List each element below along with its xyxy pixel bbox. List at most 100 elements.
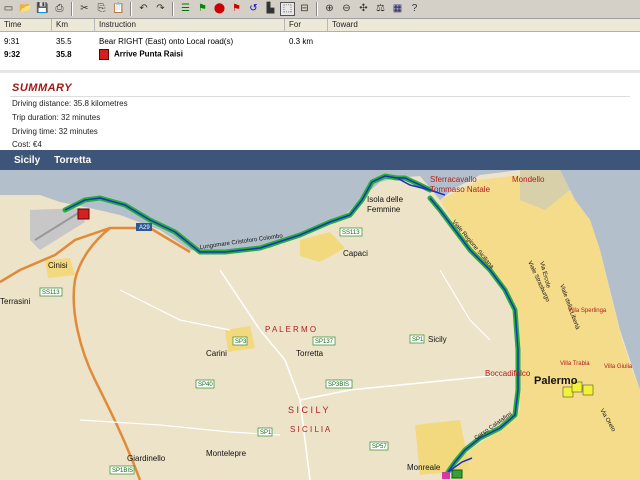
waypoint-marker-icon[interactable] <box>442 472 450 479</box>
save-icon[interactable]: 💾 <box>35 2 50 16</box>
svg-text:SP1BIS: SP1BIS <box>112 468 133 474</box>
map-label: Sicily <box>428 335 447 344</box>
map-label: P A L E R M O <box>265 325 316 334</box>
road-shield: SP137 <box>312 336 336 346</box>
trip-duration: Trip duration: 32 minutes <box>12 113 101 122</box>
map-label: Mondello <box>512 175 545 184</box>
paste-icon[interactable]: 📋 <box>111 2 126 16</box>
map-label: Tommaso Natale <box>430 185 491 194</box>
summary-title: SUMMARY <box>12 82 73 94</box>
road-shield: SP1 <box>257 427 273 437</box>
road-shield: SP3 <box>232 336 248 346</box>
row-for: 0.3 km <box>289 36 314 46</box>
map-label: Boccadifalco <box>485 369 531 378</box>
start-icon[interactable]: ⚑ <box>195 2 210 16</box>
road-shield: SP1 <box>409 334 425 344</box>
road-shield: A29 <box>136 223 152 231</box>
table-row[interactable]: 9:31 35.5 Bear RIGHT (East) onto Local r… <box>0 34 640 48</box>
map-label: Villa Sperlinga <box>568 308 607 314</box>
map-place: Torretta <box>54 154 92 166</box>
directions-header: Time Km Instruction For Toward <box>0 19 640 32</box>
svg-text:SP1: SP1 <box>412 337 424 343</box>
map-label: Carini <box>206 349 227 358</box>
map-label: Giardinello <box>127 454 166 463</box>
svg-text:SP40: SP40 <box>198 382 213 388</box>
road-icon[interactable]: ⊟ <box>297 2 312 16</box>
new-icon[interactable]: ▭ <box>1 2 16 16</box>
map-label: Palermo <box>534 375 578 387</box>
road-shield: SP1BIS <box>109 465 135 475</box>
pan-icon[interactable]: ✣ <box>356 2 371 16</box>
divider <box>0 70 640 73</box>
svg-text:SS113: SS113 <box>342 230 360 236</box>
undo-icon[interactable]: ↶ <box>136 2 151 16</box>
row-time: 9:31 <box>4 36 20 46</box>
map-label: Cinisi <box>48 261 68 270</box>
col-km[interactable]: Km <box>52 19 95 31</box>
poi-icon[interactable] <box>562 386 574 398</box>
open-icon[interactable]: 📂 <box>18 2 33 16</box>
print-icon[interactable]: ⎙ <box>52 2 67 16</box>
arrive-label: Arrive Punta Raisi <box>114 49 183 59</box>
toolbar-separator <box>172 2 174 16</box>
toolbar-separator <box>316 2 318 16</box>
svg-text:SP57: SP57 <box>372 444 387 450</box>
map-label: Sferracavallo <box>430 175 477 184</box>
map-label: Torretta <box>296 349 324 358</box>
map-region: Sicily <box>14 154 41 166</box>
table-row[interactable]: 9:32 35.8 Arrive Punta Raisi <box>0 47 640 61</box>
map-view-icon[interactable]: ▦ <box>390 2 405 16</box>
row-km: 35.8 <box>56 49 72 59</box>
driving-time: Driving time: 32 minutes <box>12 127 98 136</box>
map-label: Villa Trabia <box>560 361 590 367</box>
road-shield: SS113 <box>39 287 63 297</box>
row-instruction: Bear RIGHT (East) onto Local road(s) <box>99 36 234 46</box>
row-time: 9:32 <box>4 49 21 59</box>
toolbar-separator <box>130 2 132 16</box>
svg-text:SP1: SP1 <box>260 430 272 436</box>
map-label: Capaci <box>343 249 368 258</box>
stop-icon[interactable]: ⚑ <box>229 2 244 16</box>
row-km: 35.5 <box>56 36 72 46</box>
copy-icon[interactable]: ⎘ <box>94 2 109 16</box>
map-view[interactable]: Sferracavallo Tommaso Natale Mondello Is… <box>0 170 640 480</box>
road-shield: SP40 <box>195 379 215 389</box>
toolbar: ▭ 📂 💾 ⎙ ✂ ⎘ 📋 ↶ ↷ ☰ ⚑ ⬤ ⚑ ↺ ▙ ⬚ ⊟ ⊕ ⊖ ✣ … <box>0 0 640 19</box>
zoom-out-icon[interactable]: ⊖ <box>339 2 354 16</box>
select-icon[interactable]: ⬚ <box>280 2 295 16</box>
poi-icon[interactable] <box>582 384 594 396</box>
svg-text:SP3BIS: SP3BIS <box>328 382 349 388</box>
road-shield: SP3BIS <box>325 379 353 389</box>
detour-icon[interactable]: ↺ <box>246 2 261 16</box>
map-label: Isola delle <box>367 195 404 204</box>
help-icon[interactable]: ? <box>407 2 422 16</box>
map-label: Villa Giulia <box>604 364 633 370</box>
measure-icon[interactable]: ⚖ <box>373 2 388 16</box>
start-marker-icon[interactable] <box>451 469 463 479</box>
map-label: Montelepre <box>206 449 247 458</box>
col-instruction[interactable]: Instruction <box>95 19 285 31</box>
cost: Cost: €4 <box>12 140 42 148</box>
map-label: S I C I L Y <box>288 405 329 415</box>
avoid-icon[interactable]: ▙ <box>263 2 278 16</box>
cut-icon[interactable]: ✂ <box>77 2 92 16</box>
end-marker-icon[interactable] <box>77 208 90 220</box>
finish-flag-icon <box>99 48 109 60</box>
svg-text:SP137: SP137 <box>315 339 334 345</box>
col-for[interactable]: For <box>285 19 328 31</box>
end-icon[interactable]: ⬤ <box>212 2 227 16</box>
col-toward[interactable]: Toward <box>328 19 640 31</box>
row-instruction: Arrive Punta Raisi <box>95 48 285 60</box>
map-canvas[interactable]: Sferracavallo Tommaso Natale Mondello Is… <box>0 170 640 480</box>
redo-icon[interactable]: ↷ <box>153 2 168 16</box>
route-icon[interactable]: ☰ <box>178 2 193 16</box>
svg-text:A29: A29 <box>139 225 150 231</box>
driving-distance: Driving distance: 35.8 kilometres <box>12 99 128 108</box>
toolbar-separator <box>71 2 73 16</box>
svg-text:SP3: SP3 <box>235 339 247 345</box>
summary-panel <box>0 74 640 150</box>
map-label: S I C I L I A <box>290 425 331 434</box>
col-time[interactable]: Time <box>0 19 52 31</box>
zoom-in-icon[interactable]: ⊕ <box>322 2 337 16</box>
map-label: Terrasini <box>0 297 30 306</box>
